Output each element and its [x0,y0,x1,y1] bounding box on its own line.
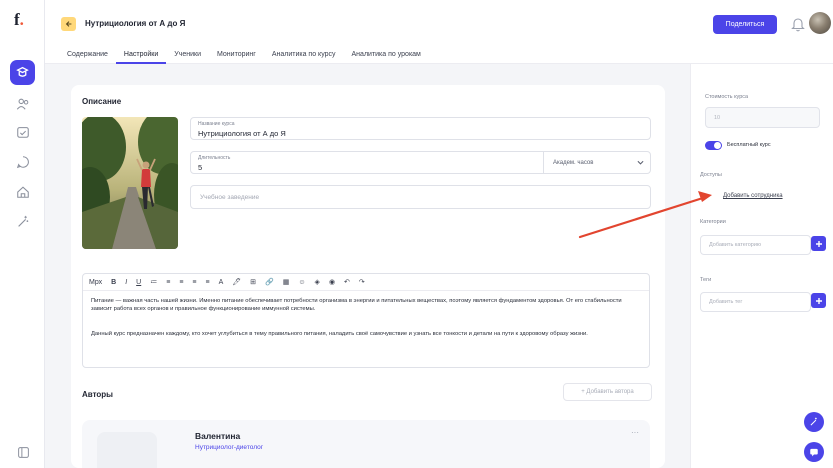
app-root: f. Нутрициология от А до Я Содержание На… [0,0,833,468]
free-course-toggle[interactable] [705,141,722,150]
description-paragraph-1: Питание — важная часть нашей жизни. Имен… [91,298,622,313]
share-button[interactable]: Поделиться [713,15,777,34]
user-avatar[interactable] [809,12,831,34]
description-paragraph-2: Данный курс предназначен каждому, кто хо… [91,331,588,337]
chat-icon[interactable] [13,152,33,172]
chevron-down-icon [637,160,644,165]
align-justify-button[interactable]: ≡ [206,274,210,291]
settings-card: Описание Название курса Нутрициология от… [71,85,665,468]
category-placeholder: Добавить категорию [709,242,762,248]
author-photo [97,432,157,468]
embed-button[interactable]: ◉ [329,274,335,291]
collapse-sidebar-icon[interactable] [13,442,33,462]
tags-label: Теги [700,277,712,283]
highlight-button[interactable]: 🖊 [232,274,241,291]
duration-value: 5 [198,163,203,172]
price-label: Стоимость курса [705,94,749,100]
italic-button[interactable]: I [125,274,127,291]
author-card[interactable]: Валентина Нутрициолог-диетолог ··· [82,420,650,468]
tags-input[interactable]: Добавить тег [700,292,811,312]
align-right-button[interactable]: ≡ [192,274,196,291]
tab-monitoring[interactable]: Мониторинг [209,46,264,64]
back-button[interactable] [61,17,76,31]
add-employee-link[interactable]: Добавить сотрудника [723,193,783,199]
underline-button[interactable]: U [136,274,141,291]
tags-placeholder: Добавить тег [709,299,743,305]
plus-icon [815,297,822,304]
description-editor[interactable]: Мрх B I U ≔ ≡ ≡ ≡ ≡ A 🖊 ⊞ 🔗 ▦ ☺ ◈ ◉ ↶ ↷ … [82,273,650,368]
author-name: Валентина [195,431,241,441]
free-course-label: Бесплатный курс [727,142,771,148]
plus-icon [815,240,822,247]
header: Нутрициология от А до Я Содержание Настр… [45,0,833,64]
code-button[interactable]: ◈ [315,274,320,291]
duration-unit-select[interactable]: Академ. часов [553,160,593,166]
list-button[interactable]: ≔ [150,274,157,291]
magic-wand-icon[interactable] [13,212,33,232]
chat-button[interactable] [804,442,824,462]
tab-course-analytics[interactable]: Аналитика по курсу [264,46,344,64]
duration-field[interactable]: Длительность 5 Академ. часов [190,151,651,174]
more-options-icon[interactable]: ··· [631,428,639,437]
description-title: Описание [82,97,122,106]
price-value: 10 [714,115,721,121]
course-settings-panel: Стоимость курса 10 Бесплатный курс Досту… [690,64,833,468]
tab-students[interactable]: Ученики [166,46,209,64]
add-tag-button[interactable] [811,293,826,308]
arrow-left-icon [65,21,71,27]
access-label: Доступы [700,172,722,178]
institution-placeholder: Учебное заведение [200,194,260,201]
align-center-button[interactable]: ≡ [179,274,183,291]
magic-wand-icon [810,417,817,426]
link-button[interactable]: 🔗 [265,274,274,291]
add-category-button[interactable] [811,236,826,251]
home-icon[interactable] [13,182,33,202]
duration-label: Длительность [198,155,231,161]
tab-settings[interactable]: Настройки [115,46,167,64]
editor-toolbar: Мрх B I U ≔ ≡ ≡ ≡ ≡ A 🖊 ⊞ 🔗 ▦ ☺ ◈ ◉ ↶ ↷ [83,274,649,291]
category-input[interactable]: Добавить категорию [700,235,811,255]
align-left-button[interactable]: ≡ [166,274,170,291]
authors-title: Авторы [82,390,114,399]
tab-lesson-analytics[interactable]: Аналитика по урокам [344,46,429,64]
assistant-button[interactable] [804,412,824,432]
category-label: Категории [700,219,726,225]
bold-button[interactable]: B [111,274,116,291]
add-author-button[interactable]: + Добавить автора [563,383,652,401]
font-size-select[interactable]: Мрх [89,274,102,291]
emoji-button[interactable]: ☺ [298,274,305,291]
courses-icon[interactable] [10,60,35,85]
tab-content[interactable]: Содержание [59,46,116,64]
course-title: Нутрициология от А до Я [85,19,186,28]
sidebar: f. [0,0,45,468]
course-name-label: Название курса [198,121,235,127]
price-input[interactable]: 10 [705,107,820,128]
bell-icon[interactable] [791,16,805,32]
course-name-value: Нутрициология от А до Я [198,129,286,138]
redo-button[interactable]: ↷ [359,274,365,291]
image-button[interactable]: ⊞ [250,274,256,291]
calendar-icon[interactable] [13,122,33,142]
table-button[interactable]: ▦ [283,274,290,291]
chat-bubble-icon [810,448,818,457]
tab-bar: Содержание Настройки Ученики Мониторинг … [59,46,429,64]
course-name-field[interactable]: Название курса Нутрициология от А до Я [190,117,651,140]
users-icon[interactable] [13,94,33,114]
author-role: Нутрициолог-диетолог [195,444,264,451]
app-logo[interactable]: f. [14,10,24,30]
undo-button[interactable]: ↶ [344,274,350,291]
course-cover-image[interactable] [82,117,178,249]
institution-field[interactable]: Учебное заведение [190,185,651,209]
text-color-button[interactable]: A [219,274,224,291]
